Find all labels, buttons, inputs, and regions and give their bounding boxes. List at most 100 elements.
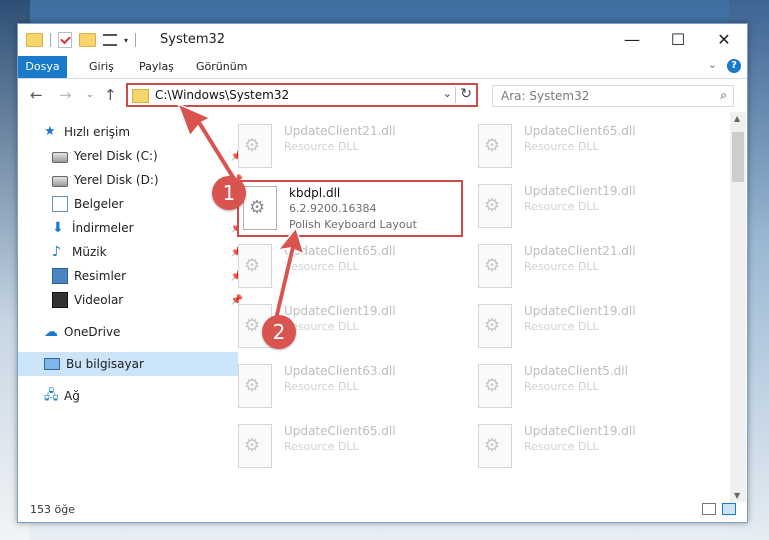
file-type: Resource DLL bbox=[524, 440, 599, 453]
toolbar-divider bbox=[50, 33, 51, 47]
file-type: Polish Keyboard Layout bbox=[289, 218, 417, 231]
sidebar-item-onedrive[interactable]: ☁ OneDrive bbox=[18, 320, 238, 344]
list-item-kbdpl[interactable]: kbdpl.dll 6.2.9200.16384 Polish Keyboard… bbox=[243, 182, 463, 232]
folder-icon bbox=[132, 89, 149, 103]
dll-file-icon bbox=[478, 364, 512, 408]
ribbon-tabs: Dosya Giriş Paylaş Görünüm ⌄ ? bbox=[18, 56, 747, 79]
large-icons-view-icon[interactable] bbox=[722, 503, 736, 515]
list-item[interactable]: UpdateClient5.dll Resource DLL bbox=[478, 360, 698, 410]
videos-icon bbox=[52, 292, 68, 308]
list-item[interactable]: UpdateClient65.dll Resource DLL bbox=[478, 120, 698, 170]
sidebar-item-videos[interactable]: Videolar 📌 bbox=[18, 288, 246, 312]
chevron-down-icon[interactable]: ⌄ bbox=[708, 58, 717, 71]
search-placeholder: Ara: System32 bbox=[501, 89, 590, 103]
list-item[interactable]: UpdateClient63.dll Resource DLL bbox=[238, 360, 458, 410]
scroll-up-icon[interactable]: ▲ bbox=[734, 114, 740, 123]
details-view-icon[interactable] bbox=[702, 503, 716, 515]
disk-icon bbox=[52, 176, 68, 187]
file-name: UpdateClient19.dll bbox=[524, 424, 636, 438]
view-options-icon[interactable] bbox=[103, 34, 117, 46]
address-bar[interactable]: C:\Windows\System32 ⌄ ↻ bbox=[126, 83, 478, 107]
step-badge-1: 1 bbox=[212, 176, 246, 210]
step-badge-2: 2 bbox=[262, 315, 296, 349]
close-button[interactable]: ✕ bbox=[701, 24, 747, 54]
list-item[interactable]: UpdateClient21.dll Resource DLL bbox=[478, 240, 698, 290]
minimize-button[interactable]: — bbox=[609, 24, 655, 54]
document-icon bbox=[52, 196, 68, 212]
file-type: Resource DLL bbox=[284, 260, 359, 273]
file-name: UpdateClient19.dll bbox=[524, 304, 636, 318]
dll-file-icon bbox=[238, 124, 272, 168]
music-icon: ♪ bbox=[52, 244, 61, 260]
file-type: Resource DLL bbox=[524, 200, 599, 213]
properties-icon[interactable] bbox=[58, 32, 72, 48]
scroll-down-icon[interactable]: ▼ bbox=[734, 491, 740, 500]
title-bar: ▾ System32 — ☐ ✕ bbox=[18, 24, 747, 56]
chevron-down-icon[interactable]: ▾ bbox=[124, 36, 128, 45]
file-name: UpdateClient19.dll bbox=[524, 184, 636, 198]
list-item[interactable]: UpdateClient65.dll Resource DLL bbox=[238, 240, 458, 290]
dll-file-icon bbox=[478, 424, 512, 468]
file-name: UpdateClient63.dll bbox=[284, 364, 396, 378]
new-folder-icon[interactable] bbox=[79, 33, 96, 47]
dll-file-icon bbox=[478, 244, 512, 288]
item-count: 153 öğe bbox=[30, 503, 75, 516]
sidebar-item-network[interactable]: 🖧 Ağ bbox=[18, 384, 238, 408]
sidebar-item-label: Müzik bbox=[72, 245, 107, 259]
search-icon[interactable]: ⌕ bbox=[720, 88, 727, 103]
file-type: Resource DLL bbox=[284, 380, 359, 393]
sidebar-item-music[interactable]: ♪ Müzik 📌 bbox=[18, 240, 246, 264]
sidebar-item-label: Videolar bbox=[74, 293, 124, 307]
sidebar-item-this-pc[interactable]: Bu bilgisayar bbox=[18, 352, 238, 376]
tab-file[interactable]: Dosya bbox=[18, 56, 67, 78]
tab-view[interactable]: Görünüm bbox=[196, 56, 247, 78]
list-item[interactable]: UpdateClient19.dll Resource DLL bbox=[478, 300, 698, 350]
vertical-scrollbar[interactable]: ▲ ▼ bbox=[730, 112, 746, 502]
sidebar-item-pictures[interactable]: Resimler 📌 bbox=[18, 264, 246, 288]
refresh-icon[interactable]: ↻ bbox=[460, 86, 472, 102]
address-path[interactable]: C:\Windows\System32 bbox=[155, 88, 289, 102]
chevron-down-icon[interactable]: ⌄ bbox=[86, 90, 94, 100]
file-name: UpdateClient65.dll bbox=[284, 424, 396, 438]
list-item[interactable]: UpdateClient65.dll Resource DLL bbox=[238, 420, 458, 470]
file-name: UpdateClient5.dll bbox=[524, 364, 628, 378]
search-input[interactable]: Ara: System32 ⌕ bbox=[492, 85, 734, 107]
network-icon: 🖧 bbox=[44, 388, 59, 403]
back-arrow-icon[interactable]: ← bbox=[30, 86, 43, 104]
help-icon[interactable]: ? bbox=[727, 59, 741, 73]
star-icon: ★ bbox=[44, 124, 56, 139]
list-item[interactable]: UpdateClient19.dll Resource DLL bbox=[478, 420, 698, 470]
sidebar-item-label: Bu bilgisayar bbox=[66, 357, 144, 371]
list-item[interactable]: UpdateClient19.dll Resource DLL bbox=[478, 180, 698, 230]
tab-home[interactable]: Giriş bbox=[89, 56, 114, 78]
sidebar-item-label: Resimler bbox=[74, 269, 127, 283]
sidebar-item-local-disk-c[interactable]: Yerel Disk (C:) 📌 bbox=[18, 144, 246, 168]
highlighted-file-frame: kbdpl.dll 6.2.9200.16384 Polish Keyboard… bbox=[237, 180, 463, 237]
scrollbar-thumb[interactable] bbox=[732, 132, 744, 182]
file-name: UpdateClient65.dll bbox=[284, 244, 396, 258]
tab-share[interactable]: Paylaş bbox=[139, 56, 174, 78]
sidebar-item-downloads[interactable]: ⬇ İndirmeler 📌 bbox=[18, 216, 246, 240]
list-item[interactable]: UpdateClient21.dll Resource DLL bbox=[238, 120, 458, 170]
navigation-bar: ← → ⌄ ↑ C:\Windows\System32 ⌄ ↻ Ara: Sys… bbox=[18, 80, 747, 112]
file-version: 6.2.9200.16384 bbox=[289, 202, 377, 215]
dll-file-icon bbox=[478, 184, 512, 228]
file-type: Resource DLL bbox=[284, 140, 359, 153]
forward-arrow-icon[interactable]: → bbox=[59, 86, 72, 104]
file-type: Resource DLL bbox=[284, 440, 359, 453]
explorer-window: ▾ System32 — ☐ ✕ Dosya Giriş Paylaş Görü… bbox=[17, 23, 748, 523]
folder-icon bbox=[26, 33, 43, 47]
address-divider bbox=[455, 87, 456, 103]
disk-icon bbox=[52, 152, 68, 163]
up-arrow-icon[interactable]: ↑ bbox=[104, 86, 117, 104]
sidebar-item-quick-access[interactable]: ★ Hızlı erişim bbox=[18, 120, 238, 144]
chevron-down-icon[interactable]: ⌄ bbox=[443, 87, 452, 100]
window-title: System32 bbox=[160, 32, 226, 47]
dll-file-icon bbox=[478, 304, 512, 348]
file-type: Resource DLL bbox=[524, 260, 599, 273]
sidebar-item-label: Ağ bbox=[64, 389, 80, 403]
maximize-button[interactable]: ☐ bbox=[655, 24, 701, 54]
sidebar-item-label: Yerel Disk (C:) bbox=[74, 149, 158, 163]
sidebar-item-label: Yerel Disk (D:) bbox=[74, 173, 159, 187]
toolbar-divider bbox=[135, 33, 137, 47]
